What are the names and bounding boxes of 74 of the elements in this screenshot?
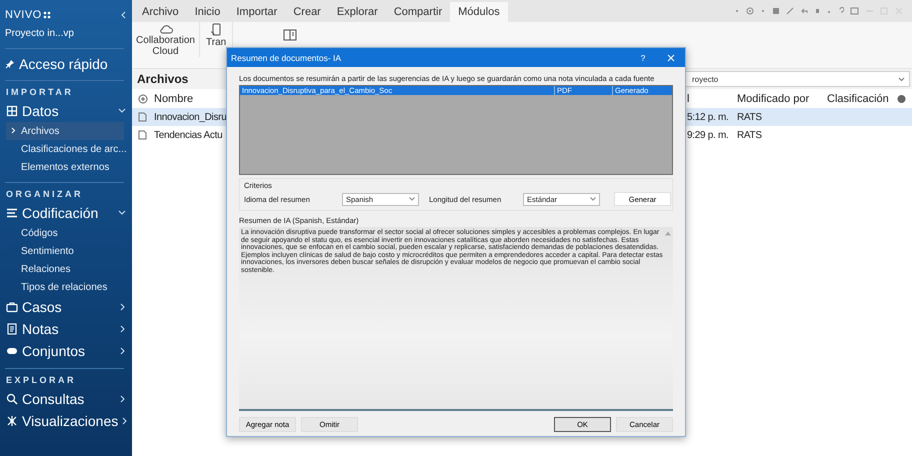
panel-title: Archivos xyxy=(136,72,188,86)
nav-item[interactable]: Sentimiento xyxy=(6,242,124,260)
chevron-down-icon xyxy=(409,197,415,201)
device-icon xyxy=(210,23,222,37)
nav-group[interactable]: Visualizaciones xyxy=(0,410,132,432)
table-cell-text: 5:12 p. m. xyxy=(686,110,730,124)
menu-tab[interactable]: Explorar xyxy=(328,2,386,22)
section-heading: IMPORTAR xyxy=(5,86,74,99)
app-logo: NVIVO xyxy=(5,9,42,21)
chevron-down-icon xyxy=(118,108,126,114)
help-button[interactable]: ? xyxy=(629,52,657,62)
nav-item[interactable]: Tipos de relaciones xyxy=(6,278,124,296)
nav-group[interactable]: Conjuntos xyxy=(0,340,132,362)
nav-group[interactable]: Datos xyxy=(0,100,132,122)
save-icon[interactable] xyxy=(772,7,780,15)
table-cell-text: Tendencias Actu xyxy=(153,128,224,142)
column-header[interactable]: l xyxy=(685,90,735,108)
chevron-right-icon xyxy=(11,127,16,134)
table-cell-text: Innovacion_Disru xyxy=(153,110,228,124)
help-icon[interactable] xyxy=(746,7,754,15)
book-icon xyxy=(283,29,298,41)
nav-item[interactable]: Archivos xyxy=(6,122,124,140)
list-icon xyxy=(6,207,18,219)
table-cell-text: RATS xyxy=(736,128,763,142)
nav-group[interactable]: Consultas xyxy=(0,388,132,410)
chevron-down-icon xyxy=(898,76,905,82)
collapse-icon[interactable] xyxy=(120,11,126,19)
window-icon[interactable] xyxy=(850,7,859,15)
section-heading: ORGANIZAR xyxy=(5,188,84,201)
quick-access-label: Acceso rápido xyxy=(19,56,108,72)
chevron-right-icon xyxy=(122,417,128,425)
dots-icon xyxy=(42,11,51,19)
section-heading: EXPLORAR xyxy=(5,374,78,387)
menu-tab[interactable]: Archivo xyxy=(134,2,187,22)
column-header[interactable]: Clasificación xyxy=(825,90,897,108)
nav-item[interactable]: Relaciones xyxy=(6,260,124,278)
question-icon[interactable] xyxy=(838,7,844,15)
toggle-icon xyxy=(6,345,18,357)
nav-item[interactable]: Códigos xyxy=(6,224,124,242)
nav-item[interactable]: Clasificaciones de arc... xyxy=(6,140,124,158)
ribbon-button[interactable]: Collaboration Cloud xyxy=(132,22,200,57)
cloud-icon xyxy=(158,23,172,35)
table-cell-text: RATS xyxy=(736,110,763,124)
nav-group[interactable]: Notas xyxy=(0,318,132,340)
chevron-right-icon xyxy=(120,347,126,355)
menu-tab[interactable]: Módulos xyxy=(450,2,508,22)
dot-icon[interactable] xyxy=(734,7,740,15)
menu-tab[interactable]: Crear xyxy=(285,2,329,22)
quick-access-item[interactable]: Acceso rápido xyxy=(0,49,132,74)
table-icon xyxy=(6,105,18,117)
chevron-down-icon xyxy=(590,197,596,201)
menu-tab[interactable]: Inicio xyxy=(186,2,228,22)
chevron-right-icon xyxy=(120,395,126,403)
pen-icon[interactable] xyxy=(786,7,794,15)
project-name: Proyecto in...vp xyxy=(4,27,75,41)
undo-icon[interactable] xyxy=(800,7,808,15)
nav-item[interactable]: Elementos externos xyxy=(6,158,124,176)
nav-group[interactable]: Casos xyxy=(0,296,132,318)
table-cell-text: 9:29 p. m. xyxy=(686,128,730,142)
pin-icon xyxy=(5,59,15,69)
network-icon xyxy=(6,415,18,427)
menu-tab[interactable]: Compartir xyxy=(386,2,450,22)
column-header[interactable]: Modificado por xyxy=(735,90,825,108)
nav-group[interactable]: Codificación xyxy=(0,202,132,224)
chevron-down-icon xyxy=(118,210,126,216)
briefcase-icon xyxy=(6,301,18,313)
scroll-up-icon[interactable] xyxy=(665,231,671,236)
chevron-right-icon xyxy=(120,325,126,333)
note-icon xyxy=(6,323,18,335)
menu-tab[interactable]: Importar xyxy=(228,2,286,22)
search-icon xyxy=(6,393,18,405)
dot-icon[interactable] xyxy=(760,7,766,15)
chevron-right-icon xyxy=(120,303,126,311)
dialog-title: Resumen de documentos- IA xyxy=(231,52,342,62)
